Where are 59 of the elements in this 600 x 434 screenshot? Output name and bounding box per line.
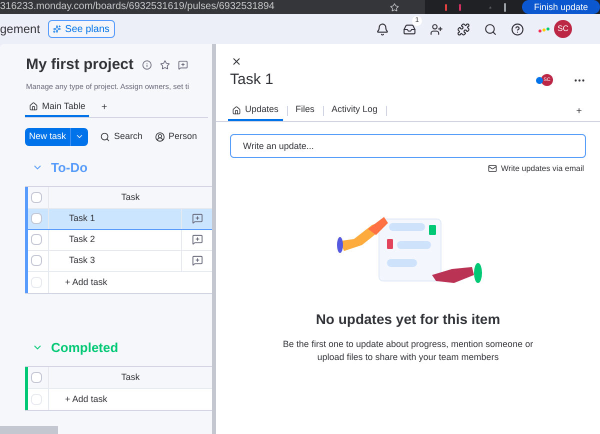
email-updates-link[interactable]: Write updates via email <box>488 162 584 174</box>
add-update-icon[interactable] <box>192 213 202 224</box>
info-icon[interactable] <box>142 60 152 70</box>
logo-icon <box>538 25 550 33</box>
update-input[interactable]: Write an update... <box>230 134 586 158</box>
workspace-name[interactable]: gement <box>0 20 40 38</box>
task-row[interactable]: Task 1 <box>25 208 212 230</box>
search-button[interactable]: Search <box>100 130 143 144</box>
close-icon[interactable] <box>231 56 242 67</box>
task-row[interactable]: Task 2 <box>25 230 212 251</box>
panel-tab[interactable]: Updates <box>228 101 283 121</box>
notifications-icon[interactable] <box>376 22 389 36</box>
add-update-icon[interactable] <box>192 255 202 266</box>
view-tab[interactable]: Main Table <box>25 97 90 118</box>
task-name[interactable]: Task 3 <box>69 254 96 268</box>
url-text[interactable]: 316233.monday.com/boards/6932531619/pulses/6932531894 <box>0 2 274 12</box>
item-title: Task 1 <box>230 70 274 90</box>
checkbox[interactable] <box>31 234 42 246</box>
inbox-icon[interactable] <box>403 22 416 36</box>
mail-icon <box>488 164 497 173</box>
task-row[interactable]: Task 3 <box>25 250 212 272</box>
panel-tab[interactable]: Files <box>292 101 319 121</box>
chat-icon[interactable] <box>178 60 188 70</box>
see-plans-button[interactable]: See plans <box>48 20 115 38</box>
column-header: Task <box>121 190 140 204</box>
add-tab-button[interactable]: + <box>576 104 582 118</box>
finish-update-button[interactable]: Finish update <box>522 0 600 14</box>
user-avatar[interactable]: SC <box>554 20 572 38</box>
home-icon <box>29 102 38 111</box>
person-button[interactable]: Person <box>154 130 198 144</box>
search-icon[interactable] <box>484 22 497 36</box>
task-name[interactable]: Task 1 <box>69 212 96 226</box>
group-title: Completed <box>51 339 118 357</box>
add-update-icon[interactable] <box>192 234 202 246</box>
board-title: My first project <box>26 55 134 75</box>
checkbox[interactable] <box>31 372 42 383</box>
column-header: Task <box>121 370 140 384</box>
empty-state-title: No updates yet for this item <box>316 310 500 329</box>
add-task-button[interactable]: + Add task <box>65 276 108 289</box>
favorite-icon[interactable] <box>160 60 170 70</box>
checkbox[interactable] <box>31 213 42 224</box>
search-icon <box>100 132 110 142</box>
add-task-button[interactable]: + Add task <box>65 392 108 406</box>
empty-state-text: Be the first one to update about progress, mention someone or upload files to share with your team members <box>282 338 534 364</box>
help-icon[interactable] <box>511 22 524 36</box>
scrollbar[interactable] <box>0 426 58 434</box>
panel-tab[interactable]: Activity Log <box>328 101 382 121</box>
bookmark-icon[interactable] <box>390 2 399 12</box>
apps-icon[interactable] <box>457 22 470 36</box>
sparkle-icon <box>53 25 62 33</box>
checkbox[interactable] <box>31 255 42 266</box>
group-title: To-Do <box>51 159 88 177</box>
new-task-button[interactable]: New task <box>25 128 88 146</box>
person-icon <box>154 132 165 142</box>
invite-icon[interactable] <box>430 22 443 36</box>
task-name[interactable]: Task 2 <box>69 233 96 246</box>
add-view-button[interactable]: + <box>101 100 108 115</box>
checkbox[interactable] <box>31 192 42 203</box>
home-icon <box>232 106 241 114</box>
